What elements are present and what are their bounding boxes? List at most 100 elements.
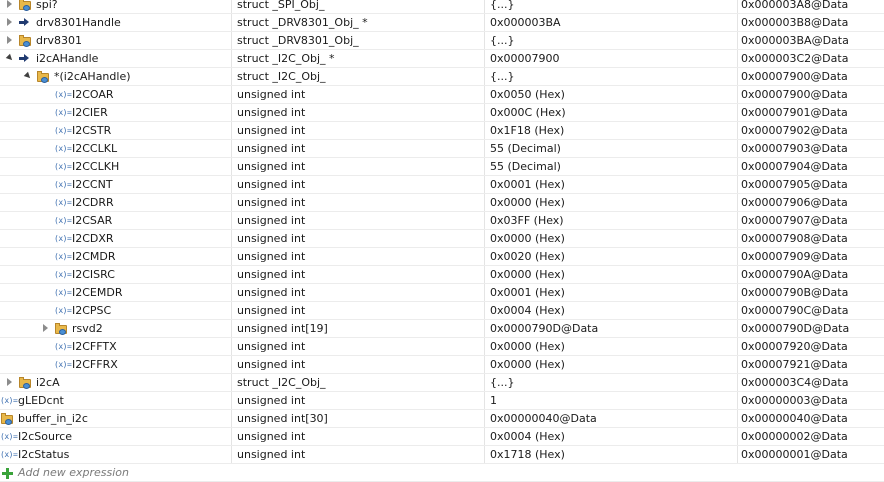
- table-row[interactable]: drv8301 struct _DRV8301_Obj_ {...} 0x000003…: [0, 32, 884, 50]
- variable-icon: (x)=: [54, 360, 72, 369]
- value-cell[interactable]: 0x000C (Hex): [490, 104, 737, 121]
- table-row[interactable]: (x)= I2cStatus unsigned int 0x1718 (Hex) 0x0…: [0, 446, 884, 464]
- location-cell: 0x00007902@Data: [741, 124, 848, 137]
- value-cell[interactable]: 0x03FF (Hex): [490, 212, 737, 229]
- name-cell: Add new expression: [0, 464, 231, 481]
- table-row[interactable]: drv8301Handle struct _DRV8301_Obj_ * 0x000…: [0, 14, 884, 32]
- name-cell: (x)= I2CCLKL: [0, 140, 231, 157]
- value-cell[interactable]: 55 (Decimal): [490, 140, 737, 157]
- value-cell[interactable]: [490, 464, 737, 481]
- table-row[interactable]: (x)= I2CSTR unsigned int 0x1F18 (Hex) 0x0000…: [0, 122, 884, 140]
- table-row[interactable]: (x)= I2CMDR unsigned int 0x0020 (Hex) 0x0000…: [0, 248, 884, 266]
- value-cell[interactable]: 0x1F18 (Hex): [490, 122, 737, 139]
- value-cell[interactable]: 0x0050 (Hex): [490, 86, 737, 103]
- table-body: spi? struct _SPI_Obj_ {...} 0x000003A8@Data…: [0, 0, 884, 482]
- location-cell: 0x000003C2@Data: [741, 52, 849, 65]
- name-cell: (x)= I2CISRC: [0, 266, 231, 283]
- variable-icon: (x)=: [54, 288, 72, 297]
- location-cell: 0x00007920@Data: [741, 340, 848, 353]
- name-cell: (x)= I2CEMDR: [0, 284, 231, 301]
- value-cell[interactable]: {...}: [490, 68, 737, 85]
- value-cell[interactable]: {...}: [490, 0, 737, 13]
- variable-icon: (x)=: [54, 162, 72, 171]
- type-cell: unsigned int: [237, 214, 306, 227]
- type-cell: unsigned int: [237, 286, 306, 299]
- expand-toggle-icon[interactable]: [7, 0, 12, 8]
- table-row[interactable]: buffer_in_i2c unsigned int[30] 0x00000040@…: [0, 410, 884, 428]
- expression-name: I2COAR: [72, 88, 114, 101]
- expand-toggle-icon[interactable]: [7, 36, 12, 44]
- value-cell[interactable]: 0x0000790D@Data: [490, 320, 737, 337]
- table-row[interactable]: spi? struct _SPI_Obj_ {...} 0x000003A8@Data: [0, 0, 884, 14]
- add-expression-label[interactable]: Add new expression: [18, 464, 129, 481]
- value-cell[interactable]: 0x0001 (Hex): [490, 284, 737, 301]
- expression-name: I2CCLKL: [72, 142, 118, 155]
- table-row[interactable]: (x)= I2CIER unsigned int 0x000C (Hex) 0x0000…: [0, 104, 884, 122]
- expand-toggle-icon[interactable]: [43, 324, 48, 332]
- value-cell[interactable]: 0x0001 (Hex): [490, 176, 737, 193]
- value-cell[interactable]: 0x0020 (Hex): [490, 248, 737, 265]
- expression-name: I2CSAR: [72, 214, 113, 227]
- collapse-toggle-icon[interactable]: [5, 53, 15, 63]
- location-cell: 0x00007900@Data: [741, 70, 848, 83]
- expression-name: i2cAHandle: [36, 52, 99, 65]
- add-expression-row[interactable]: Add new expression: [0, 464, 884, 482]
- table-row[interactable]: (x)= I2CFFRX unsigned int 0x0000 (Hex) 0x000…: [0, 356, 884, 374]
- name-cell: (x)= I2CDXR: [0, 230, 231, 247]
- expression-name: drv8301: [36, 34, 83, 47]
- table-row[interactable]: (x)= I2COAR unsigned int 0x0050 (Hex) 0x0000…: [0, 86, 884, 104]
- value-cell[interactable]: 0x0000 (Hex): [490, 194, 737, 211]
- name-cell: (x)= I2CCLKH: [0, 158, 231, 175]
- table-row[interactable]: (x)= I2CDXR unsigned int 0x0000 (Hex) 0x0000…: [0, 230, 884, 248]
- value-cell[interactable]: 0x0000 (Hex): [490, 356, 737, 373]
- expression-name: I2CMDR: [72, 250, 116, 263]
- value-cell[interactable]: 0x0000 (Hex): [490, 266, 737, 283]
- table-row[interactable]: rsvd2 unsigned int[19] 0x0000790D@Data 0x00…: [0, 320, 884, 338]
- table-row[interactable]: (x)= I2CCNT unsigned int 0x0001 (Hex) 0x0000…: [0, 176, 884, 194]
- table-row[interactable]: (x)= I2CCLKL unsigned int 55 (Decimal) 0x000…: [0, 140, 884, 158]
- table-row[interactable]: (x)= I2CCLKH unsigned int 55 (Decimal) 0x000…: [0, 158, 884, 176]
- value-cell[interactable]: 0x00000040@Data: [490, 410, 737, 427]
- table-row[interactable]: (x)= I2CSAR unsigned int 0x03FF (Hex) 0x0000…: [0, 212, 884, 230]
- location-cell: 0x0000790B@Data: [741, 286, 849, 299]
- table-row[interactable]: (x)= I2cSource unsigned int 0x0004 (Hex) 0x0…: [0, 428, 884, 446]
- name-cell: (x)= I2CSTR: [0, 122, 231, 139]
- value-cell[interactable]: 0x0000 (Hex): [490, 230, 737, 247]
- name-cell: (x)= I2CFFTX: [0, 338, 231, 355]
- table-row[interactable]: (x)= I2CFFTX unsigned int 0x0000 (Hex) 0x000…: [0, 338, 884, 356]
- expression-name: gLEDcnt: [18, 394, 64, 407]
- folder-struct-icon: [18, 0, 32, 11]
- variable-icon: (x)=: [0, 432, 18, 441]
- variable-icon: (x)=: [54, 180, 72, 189]
- name-cell: spi?: [0, 0, 231, 13]
- table-row[interactable]: (x)= I2CDRR unsigned int 0x0000 (Hex) 0x0000…: [0, 194, 884, 212]
- type-cell: unsigned int: [237, 448, 306, 461]
- table-row[interactable]: i2cA struct _I2C_Obj_ {...} 0x000003C4@Data: [0, 374, 884, 392]
- value-cell[interactable]: 0x00007900: [490, 50, 737, 67]
- expression-name: rsvd2: [72, 322, 103, 335]
- value-cell[interactable]: 55 (Decimal): [490, 158, 737, 175]
- table-row[interactable]: (x)= I2CPSC unsigned int 0x0004 (Hex) 0x0000…: [0, 302, 884, 320]
- value-cell[interactable]: 0x0000 (Hex): [490, 338, 737, 355]
- table-row[interactable]: (x)= gLEDcnt unsigned int 1 0x00000003@Data: [0, 392, 884, 410]
- value-cell[interactable]: 0x0004 (Hex): [490, 428, 737, 445]
- table-row[interactable]: (x)= I2CISRC unsigned int 0x0000 (Hex) 0x000…: [0, 266, 884, 284]
- expression-name: I2CSTR: [72, 124, 112, 137]
- value-cell[interactable]: {...}: [490, 374, 737, 391]
- location-cell: 0x00000001@Data: [741, 448, 848, 461]
- name-cell: (x)= I2COAR: [0, 86, 231, 103]
- pointer-arrow-icon: [18, 52, 32, 65]
- variable-icon: (x)=: [54, 144, 72, 153]
- value-cell[interactable]: 1: [490, 392, 737, 409]
- expand-toggle-icon[interactable]: [7, 18, 12, 26]
- value-cell[interactable]: {...}: [490, 32, 737, 49]
- value-cell[interactable]: 0x1718 (Hex): [490, 446, 737, 463]
- table-row[interactable]: *(i2cAHandle) struct _I2C_Obj_ {...} 0x0000…: [0, 68, 884, 86]
- table-row[interactable]: (x)= I2CEMDR unsigned int 0x0001 (Hex) 0x000…: [0, 284, 884, 302]
- expand-toggle-icon[interactable]: [7, 378, 12, 386]
- expression-name: I2cStatus: [18, 448, 70, 461]
- collapse-toggle-icon[interactable]: [23, 71, 33, 81]
- value-cell[interactable]: 0x0004 (Hex): [490, 302, 737, 319]
- table-row[interactable]: i2cAHandle struct _I2C_Obj_ * 0x00007900 0x…: [0, 50, 884, 68]
- value-cell[interactable]: 0x000003BA: [490, 14, 737, 31]
